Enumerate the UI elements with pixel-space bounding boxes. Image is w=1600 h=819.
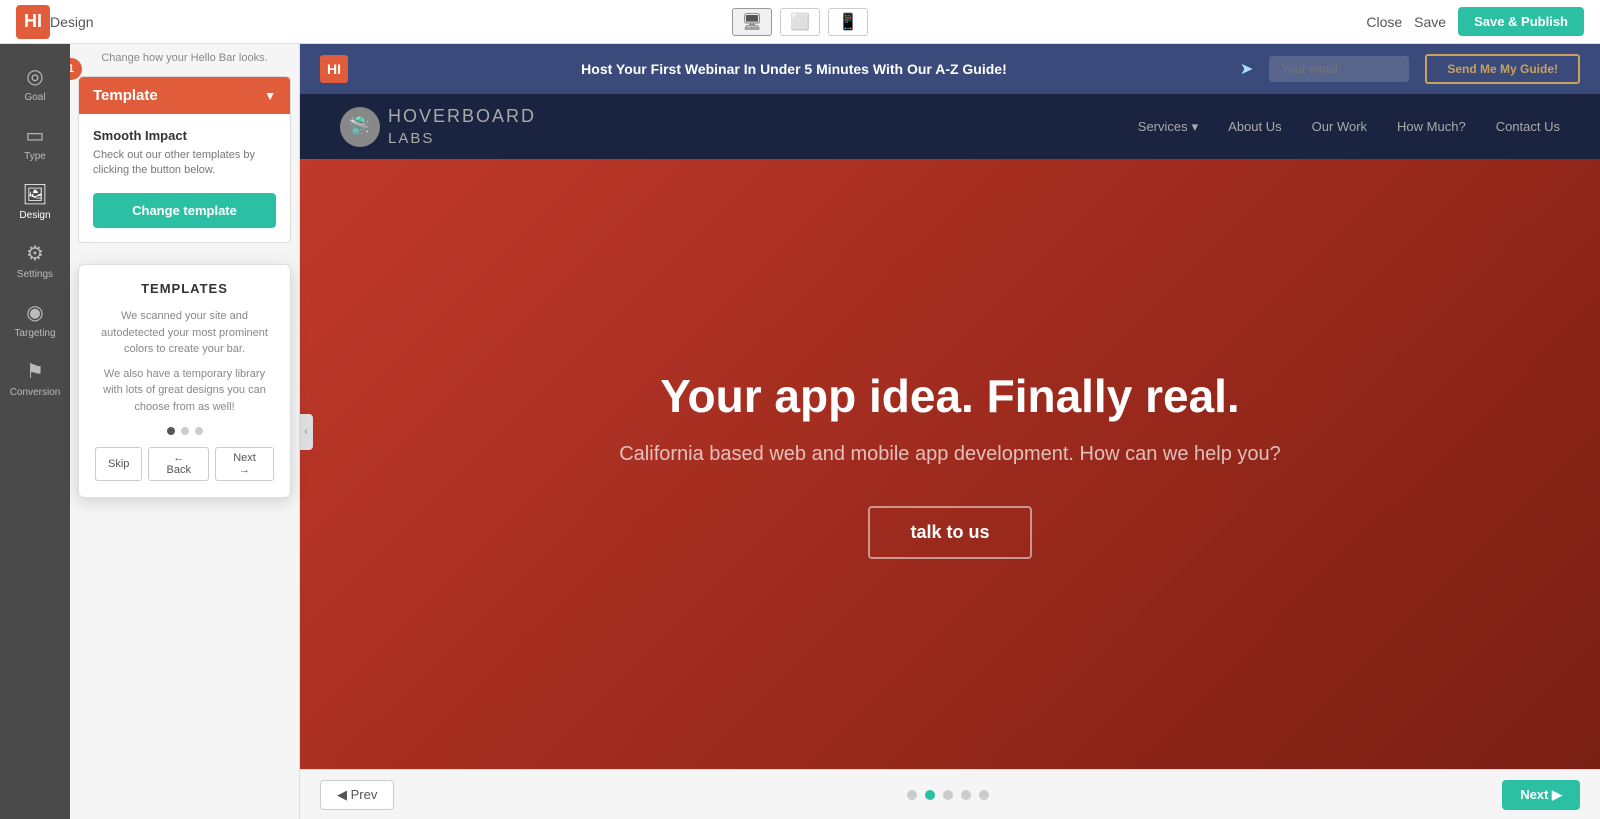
mobile-device-btn[interactable]: 📱	[828, 8, 868, 36]
sidebar-item-goal-label: Goal	[24, 92, 45, 103]
goal-icon: ◎	[26, 64, 43, 89]
sidebar-item-settings[interactable]: ⚙ Settings	[0, 231, 70, 290]
tooltip-actions: Skip ← Back Next →	[95, 447, 274, 481]
left-sidebar: ◎ Goal ▭ Type 🖼 Design ⚙ Settings ◉ Targ…	[0, 44, 70, 819]
hero-cta-button[interactable]: talk to us	[868, 506, 1031, 559]
sidebar-item-settings-label: Settings	[17, 269, 53, 280]
website-preview: 🛸 HOVERBOARDLABS Services ▾ About Us Our…	[300, 94, 1600, 769]
hellobar-logo: HI	[320, 55, 348, 83]
design-icon: 🖼	[22, 182, 47, 207]
template-card: Template ▼ Smooth Impact Check out our o…	[78, 76, 291, 243]
hellobar-cta-button[interactable]: Send Me My Guide!	[1425, 54, 1580, 84]
sidebar-item-targeting-label: Targeting	[14, 328, 55, 339]
hellobar-email-input[interactable]	[1269, 56, 1409, 82]
nav-item-price[interactable]: How Much?	[1397, 119, 1466, 134]
tooltip-dot-3	[195, 427, 203, 435]
hero-title: Your app idea. Finally real.	[660, 369, 1239, 423]
chevron-down-small-icon: ▾	[1192, 119, 1199, 135]
app-logo: HI	[16, 5, 50, 39]
sidebar-item-targeting[interactable]: ◉ Targeting	[0, 290, 70, 349]
sidebar-item-type-label: Type	[24, 151, 46, 162]
save-publish-button[interactable]: Save & Publish	[1458, 7, 1584, 36]
tooltip-dot-2	[181, 427, 189, 435]
tooltip-text-2: We also have a temporary library with lo…	[95, 366, 274, 416]
logo-text: HOVERBOARDLABS	[388, 106, 536, 148]
nav-item-about[interactable]: About Us	[1228, 119, 1281, 134]
chevron-down-icon: ▼	[264, 89, 276, 103]
bottom-dot-5	[979, 790, 989, 800]
conversion-icon: ⚑	[26, 359, 44, 384]
site-logo: 🛸 HOVERBOARDLABS	[340, 106, 536, 148]
tablet-device-btn[interactable]: ⬜	[780, 8, 820, 36]
tooltip-dot-1	[167, 427, 175, 435]
main-layout: ◎ Goal ▭ Type 🖼 Design ⚙ Settings ◉ Targ…	[0, 44, 1600, 819]
sidebar-item-conversion-label: Conversion	[10, 387, 61, 398]
device-switcher: 🖥 ⬜ 📱	[732, 8, 868, 36]
preview-area: HI Host Your First Webinar In Under 5 Mi…	[300, 44, 1600, 819]
tooltip-title: TEMPLATES	[95, 281, 274, 296]
tooltip-back-button[interactable]: ← Back	[148, 447, 209, 481]
hellobar-preview: HI Host Your First Webinar In Under 5 Mi…	[300, 44, 1600, 94]
bottom-dot-4	[961, 790, 971, 800]
nav-item-work[interactable]: Our Work	[1312, 119, 1367, 134]
hero-subtitle: California based web and mobile app deve…	[619, 443, 1281, 466]
logo-icon: 🛸	[340, 107, 380, 147]
template-description: Check out our other templates by clickin…	[93, 148, 276, 179]
change-template-button[interactable]: Change template	[93, 193, 276, 228]
panel-area: Change how your Hello Bar looks. 1 Templ…	[70, 44, 300, 819]
tooltip-skip-button[interactable]: Skip	[95, 447, 142, 481]
template-header-label: Template	[93, 87, 158, 104]
top-bar-actions: Close Save Save & Publish	[1366, 7, 1584, 36]
page-title: Design	[50, 14, 94, 30]
site-nav: 🛸 HOVERBOARDLABS Services ▾ About Us Our…	[300, 94, 1600, 159]
site-hero: Your app idea. Finally real. California …	[300, 159, 1600, 769]
prev-button[interactable]: ◀ Prev	[320, 780, 394, 810]
sidebar-item-type[interactable]: ▭ Type	[0, 113, 70, 172]
sidebar-item-conversion[interactable]: ⚑ Conversion	[0, 349, 70, 408]
targeting-icon: ◉	[26, 300, 43, 325]
tooltip-text-1: We scanned your site and autodetected yo…	[95, 308, 274, 358]
hellobar-text: Host Your First Webinar In Under 5 Minut…	[364, 61, 1224, 77]
panel-subtitle: Change how your Hello Bar looks.	[70, 44, 299, 68]
template-body: Smooth Impact Check out our other templa…	[79, 114, 290, 242]
hellobar-arrow-icon: ➤	[1240, 59, 1253, 79]
bottom-dot-1	[907, 790, 917, 800]
desktop-device-btn[interactable]: 🖥	[732, 8, 772, 36]
template-header[interactable]: Template ▼	[79, 77, 290, 114]
top-bar: HI Design 🖥 ⬜ 📱 Close Save Save & Publis…	[0, 0, 1600, 44]
bottom-dot-3	[943, 790, 953, 800]
save-button[interactable]: Save	[1414, 14, 1446, 30]
sidebar-item-goal[interactable]: ◎ Goal	[0, 54, 70, 113]
bottom-bar: ◀ Prev Next ▶	[300, 769, 1600, 819]
close-button[interactable]: Close	[1366, 14, 1402, 30]
next-button[interactable]: Next ▶	[1502, 780, 1580, 810]
nav-item-services[interactable]: Services ▾	[1138, 119, 1198, 135]
sidebar-item-design-label: Design	[19, 210, 50, 221]
tooltip-popup: TEMPLATES We scanned your site and autod…	[78, 264, 291, 498]
type-icon: ▭	[26, 123, 45, 148]
settings-icon: ⚙	[26, 241, 44, 266]
bottom-dot-2	[925, 790, 935, 800]
collapse-handle[interactable]: ‹	[299, 414, 313, 450]
nav-item-contact[interactable]: Contact Us	[1496, 119, 1560, 134]
bottom-dots	[907, 790, 989, 800]
tooltip-dots	[95, 427, 274, 435]
sidebar-item-design[interactable]: 🖼 Design	[0, 172, 70, 231]
template-card-wrapper: 1 Template ▼ Smooth Impact Check out our…	[70, 68, 299, 251]
tooltip-next-button[interactable]: Next →	[215, 447, 274, 481]
template-name: Smooth Impact	[93, 128, 276, 143]
